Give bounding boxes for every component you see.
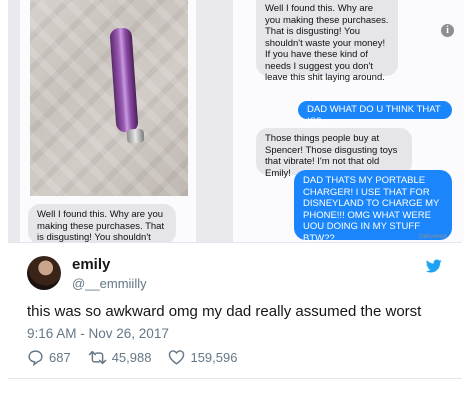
reply-count: 687 [49,349,71,365]
tweet-actions: 687 45,988 159,596 [27,347,254,367]
reply-icon [28,349,43,366]
message-bubble-dad-2: Those things people buy at Spencer! Thos… [256,128,412,179]
delivered-label: Delivered [419,233,447,240]
avatar[interactable] [27,256,61,290]
charger-photo [30,0,188,196]
portable-charger [109,27,139,133]
tweet-text: this was so awkward omg my dad really as… [27,303,422,320]
user-handle[interactable]: @__emmiilly [72,276,147,291]
message-bubble-me-1: DAD WHAT DO U THINK THAT IS? [298,101,452,127]
like-icon [169,350,185,365]
divider-bottom [8,378,462,379]
tweet-image[interactable]: Well I found this. Why are you making th… [8,0,464,242]
reply-button[interactable]: 687 [27,349,71,366]
retweet-button[interactable]: 45,988 [88,349,152,366]
retweet-count: 45,988 [111,349,152,365]
message-bubble-dad-1: Well I found this. Why are you making th… [256,0,398,83]
left-screenshot: Well I found this. Why are you making th… [20,0,196,242]
tweet-timestamp[interactable]: 9:16 AM - Nov 26, 2017 [27,326,169,341]
right-screenshot: i Well I found this. Why are you making … [233,0,464,242]
display-name[interactable]: emily [72,256,110,273]
divider [8,242,462,243]
message-bubble-me-2: DAD THATS MY PORTABLE CHARGER! I USE THA… [294,170,452,242]
retweet-icon [88,350,106,364]
twitter-bird-icon[interactable] [425,258,443,274]
like-count: 159,596 [190,349,238,365]
like-button[interactable]: 159,596 [168,349,237,365]
info-icon: i [441,24,454,37]
left-message-bubble: Well I found this. Why are you making th… [28,204,176,242]
charger-cap [126,128,145,144]
